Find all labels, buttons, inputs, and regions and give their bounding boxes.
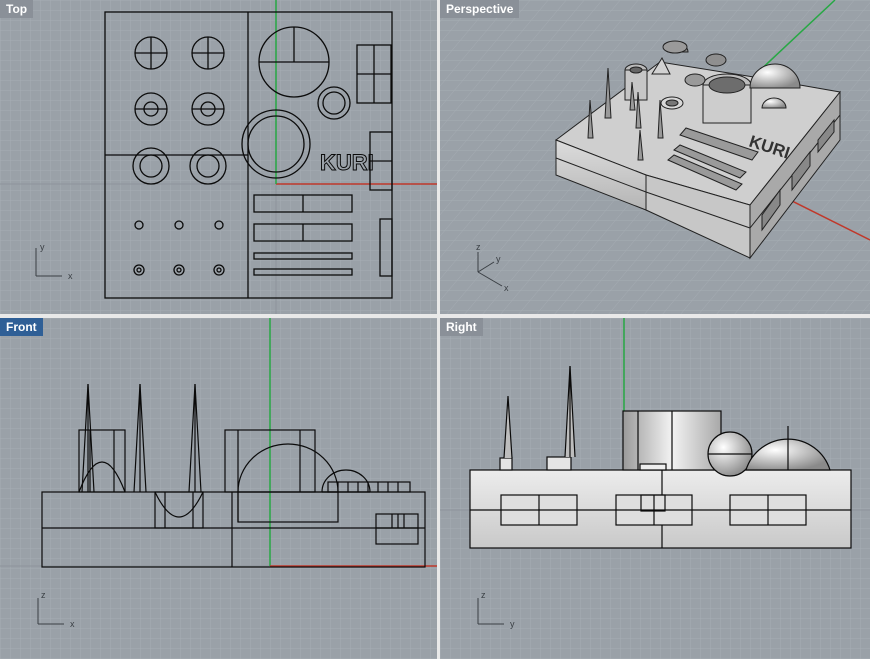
viewport-right[interactable]: Right z y <box>440 318 870 659</box>
gizmo-label-x: x <box>70 619 75 629</box>
gizmo-label-z: z <box>481 590 486 600</box>
viewport-front[interactable]: Front z x <box>0 318 437 659</box>
gizmo-label-z: z <box>41 590 46 600</box>
gizmo-label-y: y <box>40 242 45 252</box>
viewport-title-right[interactable]: Right <box>440 318 483 336</box>
viewport-title-front[interactable]: Front <box>0 318 43 336</box>
viewport-top[interactable]: Top KURI y x <box>0 0 437 314</box>
viewport-title-perspective[interactable]: Perspective <box>440 0 520 18</box>
gizmo-label-x: x <box>68 271 73 281</box>
top-view-canvas: KURI y x <box>0 0 437 314</box>
viewport-perspective[interactable]: Perspective KURI z y x <box>440 0 870 314</box>
gizmo-label-z: z <box>476 242 481 252</box>
gizmo-label-y: y <box>510 619 515 629</box>
kuri-text-top: KURI <box>320 150 374 175</box>
right-view-canvas: z y <box>440 318 870 659</box>
gizmo-label-y: y <box>496 254 501 264</box>
viewport-title-top[interactable]: Top <box>0 0 34 18</box>
front-view-canvas: z x <box>0 318 437 659</box>
perspective-view-canvas: KURI z y x <box>440 0 870 314</box>
gizmo-label-x: x <box>504 283 509 293</box>
